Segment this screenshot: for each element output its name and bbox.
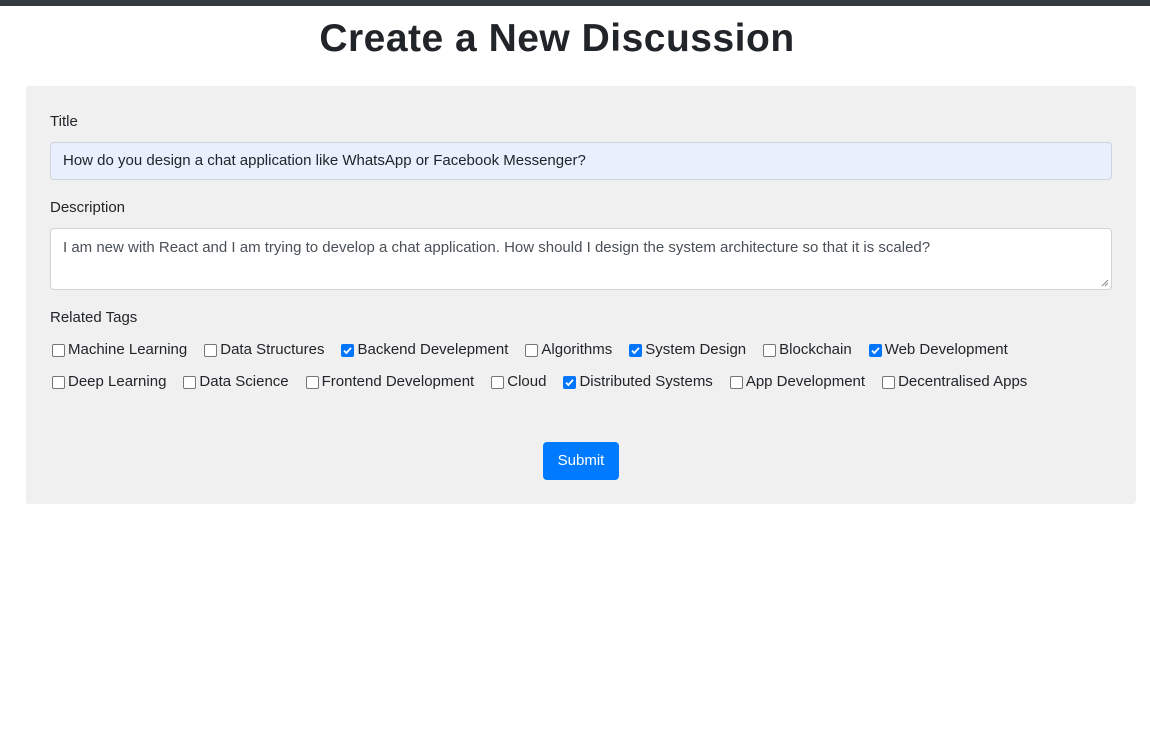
tag-option-machine-learning: Machine Learning (46, 340, 187, 360)
tag-checkbox-deep-learning[interactable] (52, 375, 65, 389)
description-label: Description (50, 199, 126, 216)
top-navbar-strip (0, 0, 1150, 6)
tag-checkbox-algorithms[interactable] (525, 343, 539, 357)
tag-label[interactable]: Web Development (885, 340, 1008, 360)
page-title: Create a New Discussion (319, 17, 795, 60)
tag-label[interactable]: Blockchain (779, 340, 852, 360)
tag-label[interactable]: Data Structures (220, 340, 324, 360)
tags-row-1: Machine Learning Data Structures Backend D… (46, 339, 1019, 361)
tag-label[interactable]: Decentralised Apps (898, 372, 1027, 392)
tag-option-system-design: System Design (623, 340, 746, 360)
tag-label[interactable]: Distributed Systems (579, 372, 712, 392)
tag-option-data-structures: Data Structures (198, 340, 324, 360)
tag-checkbox-app-development[interactable] (729, 375, 743, 389)
tag-checkbox-decentralised-apps[interactable] (882, 375, 896, 389)
tag-option-cloud: Cloud (485, 372, 546, 392)
submit-button[interactable]: Submit (543, 442, 619, 480)
tag-checkbox-data-science[interactable] (183, 375, 197, 389)
tag-option-data-science: Data Science (177, 372, 289, 392)
tag-label[interactable]: App Development (746, 372, 865, 392)
tag-checkbox-cloud[interactable] (491, 375, 505, 389)
tag-option-algorithms: Algorithms (519, 340, 612, 360)
tag-label[interactable]: Frontend Development (322, 372, 475, 392)
tag-checkbox-backend-develepment[interactable] (341, 343, 355, 357)
title-label: Title (50, 113, 78, 130)
tag-label[interactable]: Cloud (507, 372, 546, 392)
checkmark-icon (343, 346, 353, 354)
related-tags-label: Related Tags (50, 309, 138, 326)
tags-row-2: Deep Learning Data Science Frontend Develo… (46, 371, 1038, 393)
tag-checkbox-frontend-development[interactable] (305, 375, 319, 389)
tag-checkbox-system-design[interactable] (629, 343, 643, 357)
tag-option-deep-learning: Deep Learning (46, 372, 166, 392)
tag-option-distributed-systems: Distributed Systems (557, 372, 713, 392)
checkmark-icon (565, 378, 575, 386)
tag-label[interactable]: System Design (645, 340, 746, 360)
tag-option-frontend-development: Frontend Development (300, 372, 475, 392)
tag-label[interactable]: Deep Learning (68, 372, 166, 392)
new-discussion-form: Title How do you design a chat applicati… (26, 86, 1136, 504)
tag-checkbox-machine-learning[interactable] (52, 343, 65, 357)
tag-option-decentralised-apps: Decentralised Apps (876, 372, 1027, 392)
title-input[interactable]: How do you design a chat application lik… (50, 142, 1112, 180)
tag-label[interactable]: Machine Learning (68, 340, 187, 360)
description-textarea[interactable]: I am new with React and I am trying to d… (50, 228, 1112, 290)
tag-label[interactable]: Algorithms (541, 340, 612, 360)
tag-checkbox-blockchain[interactable] (763, 343, 777, 357)
tag-checkbox-data-structures[interactable] (204, 343, 218, 357)
tag-option-backend-develepment: Backend Develepment (335, 340, 508, 360)
tag-option-app-development: App Development (724, 372, 865, 392)
resize-grip-icon[interactable] (1101, 279, 1109, 287)
tag-option-blockchain: Blockchain (757, 340, 852, 360)
description-text: I am new with React and I am trying to d… (63, 239, 931, 256)
checkmark-icon (871, 346, 880, 354)
tag-checkbox-web-development[interactable] (868, 343, 882, 357)
checkmark-icon (631, 346, 640, 354)
tag-checkbox-distributed-systems[interactable] (563, 375, 577, 389)
tag-label[interactable]: Backend Develepment (357, 340, 508, 360)
tag-label[interactable]: Data Science (199, 372, 288, 392)
tag-option-web-development: Web Development (863, 340, 1008, 360)
